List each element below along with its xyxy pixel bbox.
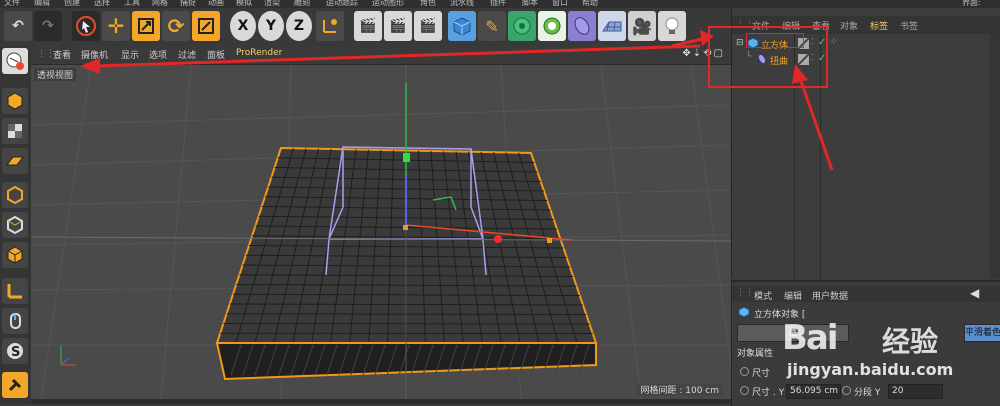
annotation-arrows [0, 0, 1000, 404]
